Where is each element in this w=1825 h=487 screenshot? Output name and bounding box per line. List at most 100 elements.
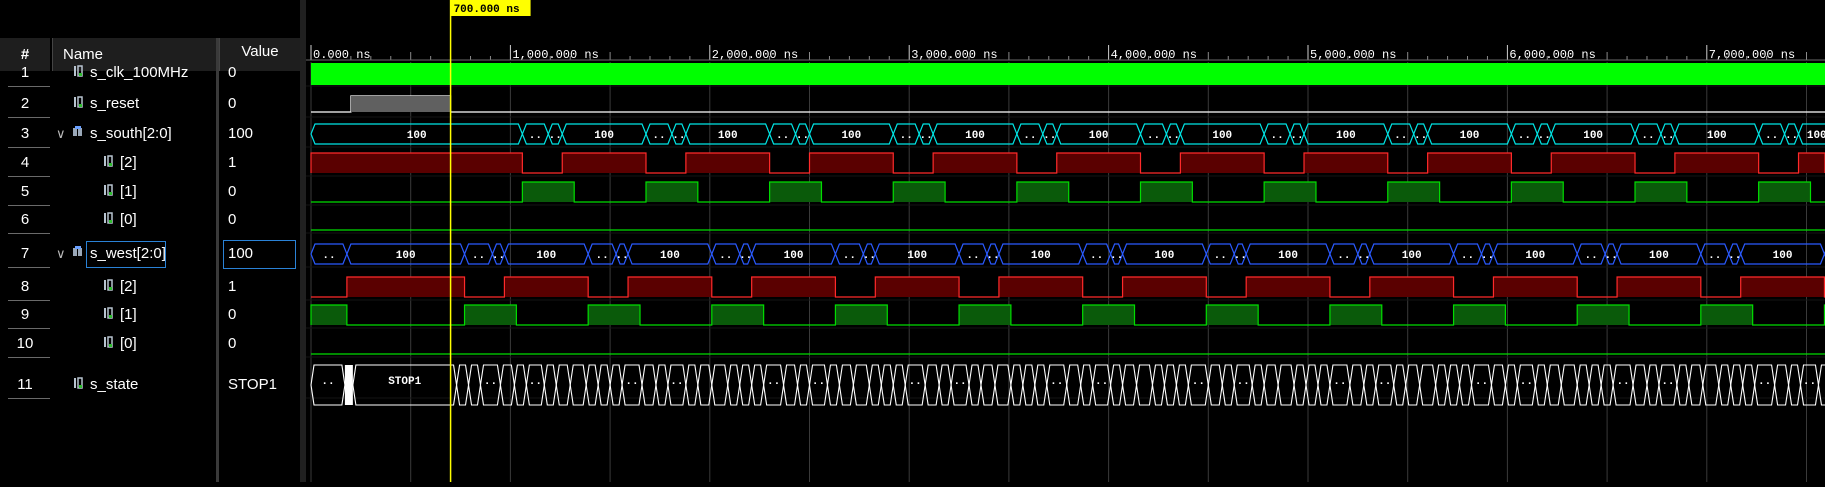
signal-name-label: [2] [120, 154, 137, 171]
state-segment [1122, 364, 1138, 406]
state-segment [880, 364, 894, 406]
signal-name[interactable]: s_clk_100MHz [72, 59, 188, 87]
signal-row[interactable]: 10 [0] 0 [0, 330, 300, 358]
state-label: .. [670, 376, 683, 388]
state-segment [968, 364, 982, 406]
west-bus-label: .. [1728, 250, 1741, 262]
state-label: .. [529, 376, 542, 388]
south-bit1-high [1511, 182, 1564, 202]
west-bit2-high [346, 277, 465, 297]
south-bus-label: .. [1270, 130, 1283, 142]
west-bit1-high [835, 305, 888, 325]
south-bus-label: 100 [1212, 130, 1232, 142]
west-bit1-high [1082, 305, 1135, 325]
signal-row[interactable]: 4 [2] 1 [0, 149, 300, 177]
state-segment [1817, 364, 1825, 406]
south-bus-label: .. [1414, 130, 1427, 142]
signal-row[interactable]: 1 s_clk_100MHz 0 [0, 59, 300, 87]
signal-row[interactable]: 6 [0] 0 [0, 206, 300, 234]
state-segment [796, 364, 811, 406]
state-label: .. [1333, 376, 1346, 388]
signal-value: 100 [228, 125, 254, 142]
state-segment [1010, 364, 1024, 406]
signal-row[interactable]: 3 ∨ s_south[2:0] 100 [0, 120, 300, 148]
south-bit2-high [1427, 153, 1512, 173]
state-label: STOP1 [388, 376, 421, 388]
west-bit1-high [588, 305, 641, 325]
signal-row[interactable]: 5 [1] 0 [0, 178, 300, 206]
expand-chevron-icon[interactable]: ∨ [56, 240, 66, 268]
state-segment [783, 364, 799, 406]
state-segment [1742, 364, 1756, 406]
signal-row[interactable]: 9 [1] 0 [0, 301, 300, 329]
row-number: 4 [20, 154, 30, 171]
state-segment [938, 364, 952, 406]
south-bit1-high [1140, 182, 1193, 202]
signal-icon [102, 273, 114, 301]
state-segment [609, 364, 623, 406]
south-bus-label: .. [1290, 130, 1303, 142]
south-bit2-high [1180, 153, 1265, 173]
signal-row[interactable]: 11 s_state STOP1 [0, 371, 300, 399]
south-bus-label: 100 [965, 130, 985, 142]
state-segment [1163, 364, 1177, 406]
signal-value: 0 [228, 211, 237, 228]
state-label: .. [1616, 376, 1629, 388]
signal-value: STOP1 [228, 376, 277, 393]
signal-name[interactable]: s_state [72, 371, 138, 399]
state-segment [1251, 364, 1265, 406]
state-segment [1490, 364, 1506, 406]
south-bit2-high [1798, 153, 1825, 173]
west-bit2-high [998, 277, 1083, 297]
state-segment [1317, 364, 1331, 406]
state-label: .. [1050, 376, 1063, 388]
state-segment [1349, 364, 1365, 406]
signal-row[interactable]: 8 [2] 1 [0, 273, 300, 301]
waveform-canvas[interactable]: 0.000 ns 1,000.000 ns 2,000.000 ns 3,000.00… [306, 0, 1825, 482]
signal-name-label: s_state [90, 376, 139, 393]
state-segment [1363, 364, 1377, 406]
signal-value: 0 [228, 64, 237, 81]
west-bus-label: .. [472, 250, 485, 262]
state-segment [1576, 364, 1590, 406]
signal-row[interactable]: 2 s_reset 0 [0, 90, 300, 118]
south-bit2-high [809, 153, 894, 173]
reset-waveform [311, 95, 1825, 113]
expand-chevron-icon[interactable]: ∨ [56, 120, 66, 148]
state-segment [1435, 364, 1449, 406]
state-segment [1730, 364, 1744, 406]
west-bus-label: .. [1214, 250, 1227, 262]
state-segment [1458, 364, 1473, 406]
signal-name[interactable]: [2] [102, 273, 137, 301]
signal-name[interactable]: ∨ s_south[2:0] [56, 120, 172, 148]
waveform-panel[interactable]: 0.000 ns 1,000.000 ns 2,000.000 ns 3,000.00… [306, 0, 1825, 482]
west-bit2-high [751, 277, 836, 297]
state-segment [924, 364, 940, 406]
signal-row[interactable]: 7 ∨ s_west[2:0] 100 [0, 240, 300, 269]
state-segment [1080, 364, 1094, 406]
south-bus-label: .. [549, 130, 562, 142]
south-bus-label: .. [1785, 130, 1798, 142]
state-segment [467, 364, 482, 406]
signal-value: 1 [228, 278, 237, 295]
south-bit1-high [1264, 182, 1316, 202]
row-separator [8, 328, 50, 329]
south-bit2-high [933, 153, 1017, 173]
signal-name[interactable]: [0] [102, 330, 137, 358]
south-bus-label: .. [1538, 130, 1551, 142]
signal-name[interactable]: [1] [102, 178, 137, 206]
signal-name[interactable]: [0] [102, 206, 137, 234]
signal-name[interactable]: [2] [102, 149, 137, 177]
row-number: 9 [20, 306, 30, 323]
south-bit2-high [685, 153, 770, 173]
signal-name[interactable]: s_reset [72, 90, 139, 118]
signal-name-label: [1] [120, 306, 137, 323]
state-segment [1632, 364, 1648, 406]
signal-name[interactable]: [1] [102, 301, 137, 329]
west-bit1-high [1206, 305, 1259, 325]
bus-icon [72, 120, 84, 148]
state-segment [1560, 364, 1578, 406]
west-bus-label: .. [1708, 250, 1721, 262]
west-bus-label: .. [1461, 250, 1474, 262]
south-bit1-high [893, 182, 946, 202]
